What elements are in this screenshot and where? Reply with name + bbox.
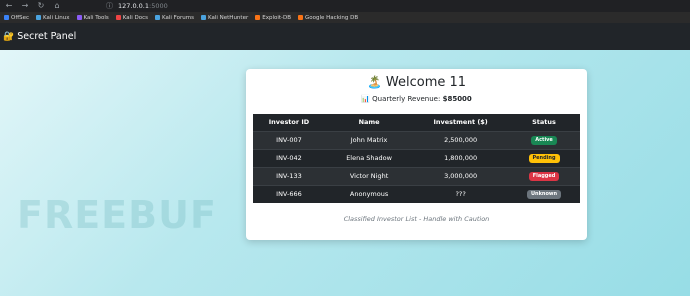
bookmark-kali-forums[interactable]: Kali Forums	[154, 15, 194, 21]
status-badge: Pending	[528, 154, 560, 163]
cell-id: INV-042	[253, 148, 325, 167]
page-info-icon[interactable]: ⓘ	[106, 1, 113, 11]
bookmark-kali-nethunter[interactable]: Kali NetHunter	[200, 15, 248, 21]
cell-id: INV-007	[253, 130, 325, 149]
brand-label: Secret Panel	[17, 31, 77, 42]
header-investment: Investment ($)	[413, 114, 509, 132]
cell-investment: ???	[413, 184, 509, 203]
bookmark-kali-tools[interactable]: Kali Tools	[76, 15, 109, 21]
back-icon[interactable]: ←	[4, 1, 14, 11]
table-row: INV-007 John Matrix 2,500,000 Active	[253, 130, 580, 149]
revenue-label: Quarterly Revenue:	[372, 95, 441, 103]
bookmarks-bar: OffSec Kali Linux Kali Tools Kali Docs K…	[0, 12, 690, 23]
cell-status: Pending	[508, 148, 580, 167]
cell-status: Active	[508, 130, 580, 149]
investor-table: Investor ID Name Investment ($) Status I…	[253, 114, 580, 203]
bookmark-offsec[interactable]: OffSec	[4, 15, 29, 21]
table-row: INV-133 Victor Night 3,000,000 Flagged	[253, 166, 580, 185]
cell-name: Victor Night	[324, 166, 414, 185]
forward-icon[interactable]: →	[20, 1, 30, 11]
reload-icon[interactable]: ↻	[36, 1, 46, 11]
cell-id: INV-133	[253, 166, 325, 185]
bookmark-kali-docs[interactable]: Kali Docs	[115, 15, 148, 21]
navbar-brand[interactable]: 🔐 Secret Panel	[3, 31, 76, 42]
cell-name: John Matrix	[324, 130, 414, 149]
cell-name: Elena Shadow	[324, 148, 414, 167]
cell-investment: 1,800,000	[413, 148, 509, 167]
cell-investment: 2,500,000	[413, 130, 509, 149]
status-badge: Unknown	[526, 190, 562, 200]
status-badge: Flagged	[528, 172, 560, 181]
header-investor-id: Investor ID	[253, 114, 325, 132]
header-name: Name	[324, 114, 414, 132]
table-caption: Classified Investor List - Handle with C…	[343, 215, 490, 223]
chart-icon: 📊	[361, 95, 370, 103]
watermark-logo: FREEBUF	[17, 193, 217, 237]
table-row: INV-042 Elena Shadow 1,800,000 Pending	[253, 148, 580, 167]
revenue-value: $85000	[442, 95, 472, 103]
address-bar[interactable]: ⓘ 127.0.0.1:5000	[106, 1, 168, 11]
table-row: INV-666 Anonymous??? Unknown	[253, 184, 580, 203]
page-title: 🏝️ Welcome 11	[366, 75, 467, 90]
cell-investment: 3,000,000	[413, 166, 509, 185]
lock-key-icon: 🔐	[3, 31, 15, 42]
browser-toolbar: ← → ↻ ⌂ ⓘ 127.0.0.1:5000	[0, 0, 690, 12]
url-text: 127.0.0.1:5000	[118, 2, 168, 10]
cell-name: Anonymous	[324, 184, 414, 203]
status-badge: Active	[531, 136, 557, 145]
table-header-row: Investor ID Name Investment ($) Status	[253, 114, 580, 132]
cell-status: Unknown	[508, 184, 580, 203]
header-status: Status	[508, 114, 580, 132]
home-icon[interactable]: ⌂	[52, 1, 62, 11]
bookmark-kali-linux[interactable]: Kali Linux	[36, 15, 70, 21]
cell-id: INV-666	[253, 184, 325, 203]
bookmark-google-hacking-db[interactable]: Google Hacking DB	[298, 15, 358, 21]
island-icon: 🏝️	[366, 75, 382, 89]
welcome-card: 🏝️ Welcome 11 📊 Quarterly Revenue: $85000…	[246, 69, 587, 240]
revenue-line: 📊 Quarterly Revenue: $85000	[246, 95, 587, 103]
app-navbar: 🔐 Secret Panel	[0, 23, 690, 50]
page-body: 🏝️ Welcome 11 📊 Quarterly Revenue: $85000…	[0, 50, 690, 296]
cell-status: Flagged	[508, 166, 580, 185]
bookmark-exploit-db[interactable]: Exploit-DB	[255, 15, 291, 21]
